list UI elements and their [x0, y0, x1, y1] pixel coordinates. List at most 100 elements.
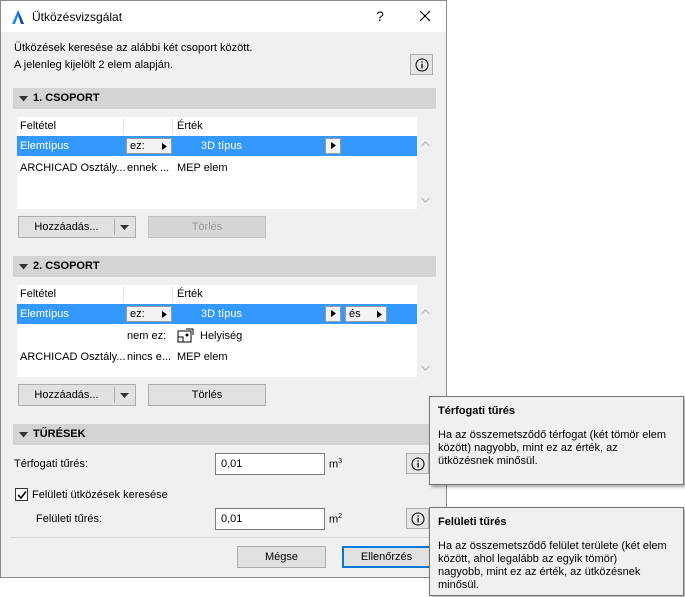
archicad-logo-icon — [12, 10, 24, 24]
condition-value: Helyiség — [200, 330, 243, 342]
column-separator — [172, 286, 173, 302]
condition-name: ARCHICAD Osztály... — [20, 162, 126, 174]
arrow-right-icon — [377, 311, 382, 318]
tolerances-header[interactable]: TŰRÉSEK — [13, 424, 436, 445]
condition-row[interactable]: Elemtípus ez: 3D típus és — [17, 304, 417, 324]
surface-collision-label: Felületi ütközések keresése — [32, 489, 168, 501]
collapse-triangle-icon — [19, 432, 28, 438]
surface-tolerance-input[interactable] — [215, 508, 325, 530]
surface-tolerance-info-button[interactable] — [406, 508, 429, 529]
operator-value: nincs e... — [127, 351, 172, 363]
condition-value: 3D típus — [201, 140, 242, 152]
collision-detection-dialog: Ütközésvizsgálat ? Ütközések keresése az… — [0, 0, 447, 578]
value-dropdown-arrow[interactable] — [325, 138, 341, 154]
tooltip-line: között, ahol legalább az egyik tömör) — [438, 553, 618, 565]
surface-unit: m2 — [329, 513, 343, 526]
info-icon — [411, 512, 425, 526]
operator-dropdown[interactable]: ez: — [126, 138, 172, 154]
condition-row[interactable]: ARCHICAD Osztály... nincs e... MEP elem — [17, 347, 417, 367]
intro-info-button[interactable] — [410, 54, 433, 75]
logic-operator-value: és — [349, 308, 361, 320]
condition-row[interactable]: nem ez: Helyiség — [17, 326, 417, 346]
group2-title: 2. CSOPORT — [33, 260, 100, 272]
collapse-triangle-icon — [19, 96, 28, 102]
volume-tolerance-label: Térfogati tűrés: — [14, 458, 88, 470]
arrow-right-icon — [331, 310, 336, 317]
check-button[interactable]: Ellenőrzés — [342, 546, 431, 568]
group2-delete-button[interactable]: Törlés — [148, 384, 266, 406]
scroll-up-icon[interactable] — [421, 141, 430, 147]
volume-tolerance-input[interactable] — [215, 453, 325, 475]
scroll-down-icon[interactable] — [421, 197, 430, 203]
group1-header[interactable]: 1. CSOPORT — [13, 88, 436, 109]
arrow-right-icon — [162, 143, 167, 150]
group1-delete-button[interactable]: Törlés — [148, 216, 266, 238]
tooltip-line: Ha az összemetsződő térfogat (két tömör … — [438, 429, 667, 441]
help-button[interactable]: ? — [369, 5, 391, 27]
condition-value: 3D típus — [201, 308, 242, 320]
volume-tolerance-tooltip: Térfogati tűrés Ha az összemetsződő térf… — [429, 396, 684, 485]
group1-title: 1. CSOPORT — [33, 92, 100, 104]
surface-tolerance-label: Felületi tűrés: — [36, 513, 103, 525]
column-header-condition: Feltétel — [20, 120, 57, 132]
group2-add-button[interactable]: Hozzáadás... — [18, 384, 136, 406]
logic-operator-dropdown[interactable]: és — [345, 306, 387, 322]
add-button-main[interactable]: Hozzáadás... — [19, 217, 114, 237]
group1-condition-list[interactable]: Feltétel Érték Elemtípus ez: 3D típus AR… — [17, 117, 430, 209]
intro-line-2: A jelenleg kijelölt 2 elem alapján. — [14, 59, 173, 71]
close-button[interactable] — [413, 5, 437, 27]
operator-value: nem ez: — [127, 330, 167, 342]
scroll-up-icon[interactable] — [421, 309, 430, 315]
surface-collision-checkbox[interactable] — [15, 488, 28, 501]
value-dropdown-arrow[interactable] — [325, 306, 341, 322]
column-separator — [172, 118, 173, 134]
operator-value: ez: — [130, 308, 145, 320]
condition-name: Elemtípus — [20, 140, 69, 152]
add-button-dropdown[interactable] — [115, 385, 135, 405]
condition-value: MEP elem — [177, 162, 228, 174]
group2-header[interactable]: 2. CSOPORT — [13, 256, 436, 277]
column-separator — [123, 118, 124, 134]
cancel-button[interactable]: Mégse — [237, 546, 326, 568]
info-icon — [411, 457, 425, 471]
operator-value: ennek ... — [127, 162, 170, 174]
intro-line-1: Ütközések keresése az alábbi két csoport… — [14, 42, 253, 54]
condition-row[interactable]: Elemtípus ez: 3D típus — [17, 136, 417, 156]
info-icon — [415, 58, 429, 72]
volume-unit: m3 — [329, 458, 343, 471]
tooltip-line: minősül. — [438, 579, 479, 591]
condition-value: MEP elem — [177, 351, 228, 363]
add-button-main[interactable]: Hozzáadás... — [19, 385, 114, 405]
tolerances-title: TŰRÉSEK — [33, 428, 86, 440]
add-button-dropdown[interactable] — [115, 217, 135, 237]
operator-value: ez: — [130, 140, 145, 152]
arrow-right-icon — [162, 311, 167, 318]
tooltip-title: Térfogati tűrés — [438, 405, 516, 417]
checkmark-icon — [17, 491, 27, 500]
collapse-triangle-icon — [19, 264, 28, 270]
column-header-value: Érték — [177, 288, 203, 300]
footer-divider — [11, 537, 437, 538]
tooltip-line: között) nagyobb, mint ez az érték, az — [438, 442, 618, 454]
tooltip-line: ütközésnek minősül. — [438, 455, 538, 467]
group1-add-button[interactable]: Hozzáadás... — [18, 216, 136, 238]
column-header-value: Érték — [177, 120, 203, 132]
close-icon — [419, 10, 431, 22]
column-header-condition: Feltétel — [20, 288, 57, 300]
column-separator — [123, 286, 124, 302]
scroll-down-icon[interactable] — [421, 365, 430, 371]
tooltip-title: Felületi tűrés — [438, 516, 507, 528]
title-bar: Ütközésvizsgálat ? — [1, 1, 446, 32]
tooltip-line: Ha az összemetsződő felület területe (ké… — [438, 540, 667, 552]
condition-row[interactable]: ARCHICAD Osztály... ennek ... MEP elem — [17, 158, 417, 178]
window-title: Ütközésvizsgálat — [32, 10, 123, 24]
volume-tolerance-info-button[interactable] — [406, 453, 429, 474]
condition-name: Elemtípus — [20, 308, 69, 320]
operator-dropdown[interactable]: ez: — [126, 306, 172, 322]
surface-tolerance-tooltip: Felületi tűrés Ha az összemetsződő felül… — [429, 507, 684, 596]
arrow-right-icon — [331, 142, 336, 149]
zone-icon — [177, 328, 194, 343]
tooltip-line: nagyobb, mint ez az érték, az ütközésnek — [438, 566, 641, 578]
group2-condition-list[interactable]: Feltétel Érték Elemtípus ez: 3D típus és… — [17, 285, 430, 377]
chevron-down-icon — [120, 393, 129, 398]
